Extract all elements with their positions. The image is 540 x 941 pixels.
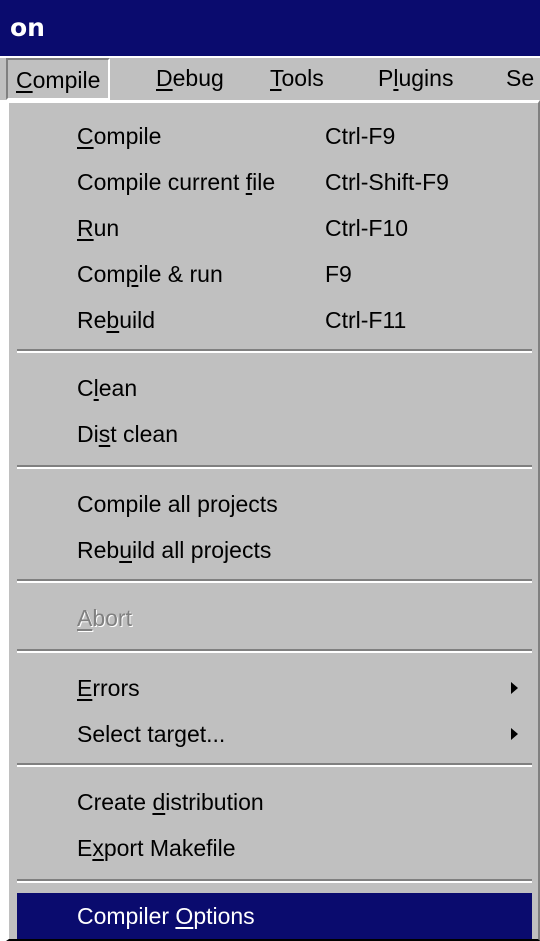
shortcut: F9	[325, 261, 352, 287]
menu-separator	[17, 649, 532, 653]
menu-item-compile-current-file[interactable]: Compile current file Ctrl-Shift-F9	[17, 159, 532, 205]
menu-separator	[17, 763, 532, 767]
submenu-arrow-icon	[511, 728, 518, 740]
menu-item-abort: Abort	[77, 605, 132, 631]
menu-compile[interactable]: Compile	[6, 58, 111, 100]
menu-tools[interactable]: Tools	[262, 58, 332, 100]
menu-item-clean[interactable]: Clean	[17, 365, 532, 411]
window-title-bar: on	[0, 0, 540, 56]
shortcut: Ctrl-F10	[325, 215, 409, 241]
menu-plugins[interactable]: Plugins	[370, 58, 461, 100]
menu-item-create-distribution[interactable]: Create distribution	[17, 779, 532, 825]
menu-debug[interactable]: Debug	[148, 58, 232, 100]
menu-item-dist-clean[interactable]: Dist clean	[17, 411, 532, 457]
window-title: on	[10, 13, 45, 42]
menu-separator	[17, 579, 532, 583]
compile-dropdown-menu: Compile Ctrl-F9 Compile current file Ctr…	[6, 100, 540, 941]
menu-item-rebuild[interactable]: Rebuild Ctrl-F11	[17, 297, 532, 343]
menu-separator	[17, 879, 532, 883]
menu-settings[interactable]: Se	[498, 58, 540, 100]
menu-item-rebuild-all-projects[interactable]: Rebuild all projects	[17, 527, 532, 573]
menu-item-compile[interactable]: Compile Ctrl-F9	[17, 113, 532, 159]
submenu-arrow-icon	[511, 682, 518, 694]
shortcut: Ctrl-F11	[325, 307, 407, 333]
menu-separator	[17, 465, 532, 469]
menu-item-select-target[interactable]: Select target...	[17, 711, 532, 757]
shortcut: Ctrl-Shift-F9	[325, 169, 449, 195]
menu-item-compile-all-projects[interactable]: Compile all projects	[17, 481, 532, 527]
menu-item-compile-and-run[interactable]: Compile & run F9	[17, 251, 532, 297]
menu-item-errors[interactable]: Errors	[17, 665, 532, 711]
menu-bar: Compile Debug Tools Plugins Se	[0, 56, 540, 100]
menu-item-export-makefile[interactable]: Export Makefile	[17, 825, 532, 871]
menu-item-compiler-options[interactable]: Compiler Options	[17, 893, 532, 939]
menu-item-run[interactable]: Run Ctrl-F10	[17, 205, 532, 251]
shortcut: Ctrl-F9	[325, 123, 396, 149]
menu-separator	[17, 349, 532, 353]
